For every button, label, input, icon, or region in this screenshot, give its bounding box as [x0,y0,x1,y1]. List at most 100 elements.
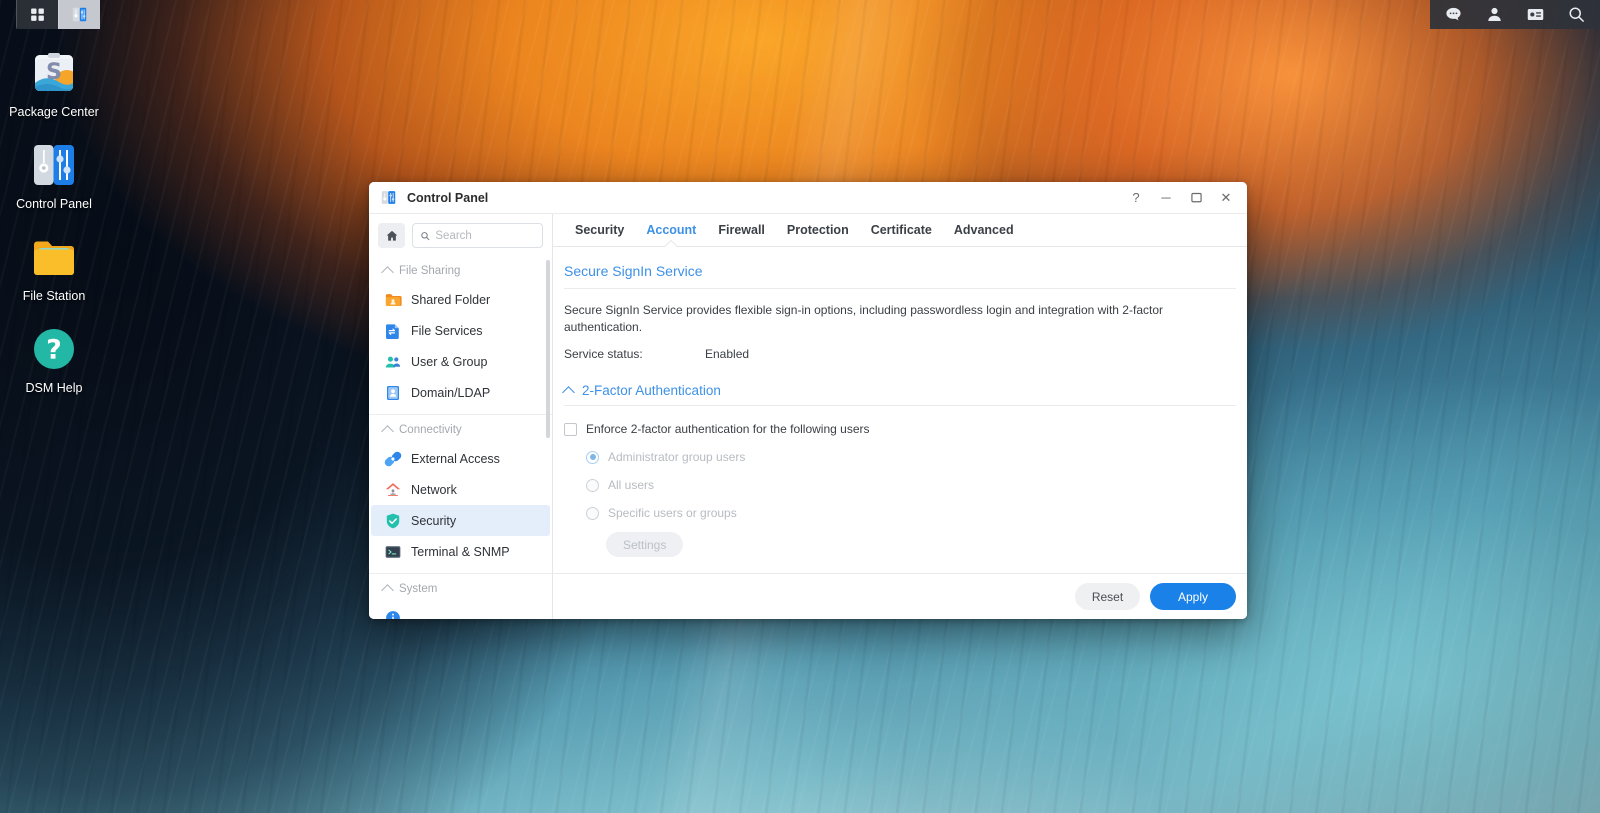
reset-button[interactable]: Reset [1075,583,1140,610]
window-title-bar[interactable]: Control Panel ? ─ ✕ [369,182,1247,214]
external-access-icon [384,451,402,466]
search-input[interactable] [435,229,535,242]
settings-panel: Secure SignIn Service Secure SignIn Serv… [553,247,1247,573]
taskbar-right-group [1430,0,1600,29]
control-panel-icon [381,191,396,204]
tab-bar: Security Account Firewall Protection Cer… [553,214,1247,247]
sidebar-group-connectivity[interactable]: Connectivity [369,415,552,443]
chevron-up-icon [381,425,394,438]
chevron-up-icon [381,584,394,597]
taskbar-control-panel-button[interactable] [58,0,100,29]
window-title: Control Panel [407,190,489,205]
tab-advanced[interactable]: Advanced [943,214,1025,246]
radio-row-all-users[interactable]: All users [586,478,1236,492]
maximize-button[interactable] [1181,183,1211,213]
sidebar-item-label: Network [411,482,457,497]
shared-folder-icon [385,293,402,306]
sidebar-item-domain-ldap[interactable]: Domain/LDAP [371,377,550,408]
radio-all-users[interactable] [586,478,599,492]
control-panel-window: Control Panel ? ─ ✕ Search File Sharing … [369,182,1247,619]
control-panel-icon [72,7,87,22]
sidebar-item-partial[interactable] [371,602,550,619]
desktop-icon-file-station[interactable]: File Station [0,232,108,304]
package-center-icon: S S [29,48,79,98]
section-title: 2-Factor Authentication [582,383,721,398]
sidebar-group-label: System [399,583,438,595]
taskbar-left-group [16,0,100,29]
sidebar-group-file-sharing[interactable]: File Sharing [369,256,552,284]
settings-button[interactable]: Settings [606,532,684,557]
section-two-factor-authentication[interactable]: 2-Factor Authentication [562,383,1236,406]
enforce-2fa-checkbox[interactable] [564,422,577,436]
tab-account[interactable]: Account [635,214,707,246]
window-body: File Sharing Shared Folder [369,214,1247,619]
close-button[interactable]: ✕ [1211,183,1241,213]
service-status-value: Enabled [705,347,750,361]
sidebar-item-label: File Services [411,323,483,338]
apply-button[interactable]: Apply [1150,583,1236,610]
panel-footer: Reset Apply [553,573,1247,619]
desktop-icon-package-center[interactable]: S S Package Center [0,48,108,120]
sidebar-item-security[interactable]: Security [371,505,550,536]
sidebar-item-label: Domain/LDAP [411,385,491,400]
desktop-icon-dsm-help[interactable]: ? DSM Help [0,324,108,396]
sidebar-item-network[interactable]: Network [371,474,550,505]
enforce-2fa-label[interactable]: Enforce 2-factor authentication for the … [586,422,870,436]
desktop-icon-label: File Station [22,289,86,303]
svg-text:?: ? [46,335,62,366]
radio-row-administrator-group-users[interactable]: Administrator group users [586,450,1236,464]
sidebar-scrollbar[interactable] [546,260,550,438]
radio-label[interactable]: Specific users or groups [608,506,737,520]
network-icon [385,482,401,496]
sidebar-item-label: External Access [411,451,500,466]
home-button[interactable] [378,223,405,248]
tab-certificate[interactable]: Certificate [860,214,943,246]
terminal-icon [385,545,401,558]
svg-text:S: S [46,60,62,85]
sidebar-item-shared-folder[interactable]: Shared Folder [371,284,550,315]
sidebar-item-label: Shared Folder [411,292,491,307]
help-button[interactable]: ? [1121,183,1151,213]
tab-firewall[interactable]: Firewall [707,214,776,246]
enforce-2fa-row[interactable]: Enforce 2-factor authentication for the … [564,422,1236,436]
sidebar-scroll-area: File Sharing Shared Folder File Services… [369,256,552,619]
tab-protection[interactable]: Protection [776,214,860,246]
search-icon [421,231,430,240]
desktop-icon-label: DSM Help [25,381,83,395]
desktop-icon-label: Package Center [9,105,99,119]
sidebar-group-label: File Sharing [399,265,461,277]
sidebar-group-system[interactable]: System [369,574,552,602]
desktop-icon-label: Control Panel [16,197,92,211]
radio-label[interactable]: Administrator group users [608,450,745,464]
chat-bubble-icon[interactable] [1444,5,1463,24]
folder-icon [29,232,79,282]
tab-security[interactable]: Security [564,214,635,246]
sidebar-item-terminal-snmp[interactable]: Terminal & SNMP [371,536,550,567]
app-menu-button[interactable] [16,0,58,29]
person-icon[interactable] [1485,5,1504,24]
panel-description: Secure SignIn Service provides flexible … [564,303,1163,334]
sidebar-item-file-services[interactable]: File Services [371,315,550,346]
desktop-icon-control-panel[interactable]: Control Panel [0,140,108,212]
sidebar-item-label: User & Group [411,354,488,369]
main-content: Security Account Firewall Protection Cer… [553,214,1247,619]
minimize-button[interactable]: ─ [1151,183,1181,213]
sidebar-item-external-access[interactable]: External Access [371,443,550,474]
shield-icon [386,513,400,528]
control-panel-icon [29,140,79,190]
widget-icon[interactable] [1526,5,1545,24]
sidebar-item-label: Security [411,513,457,528]
sidebar-group-label: Connectivity [399,424,462,436]
sidebar-item-user-group[interactable]: User & Group [371,346,550,377]
file-services-icon [386,323,399,339]
radio-label[interactable]: All users [608,478,654,492]
sidebar-header [369,214,552,256]
chevron-up-icon [381,266,394,279]
radio-administrator-group-users[interactable] [586,450,599,464]
sidebar-search-box[interactable] [412,223,543,248]
radio-row-specific-users-or-groups[interactable]: Specific users or groups [586,506,1236,520]
radio-specific-users-or-groups[interactable] [586,506,599,520]
home-icon [386,230,397,241]
maximize-icon [1190,192,1202,203]
search-icon[interactable] [1567,5,1586,24]
